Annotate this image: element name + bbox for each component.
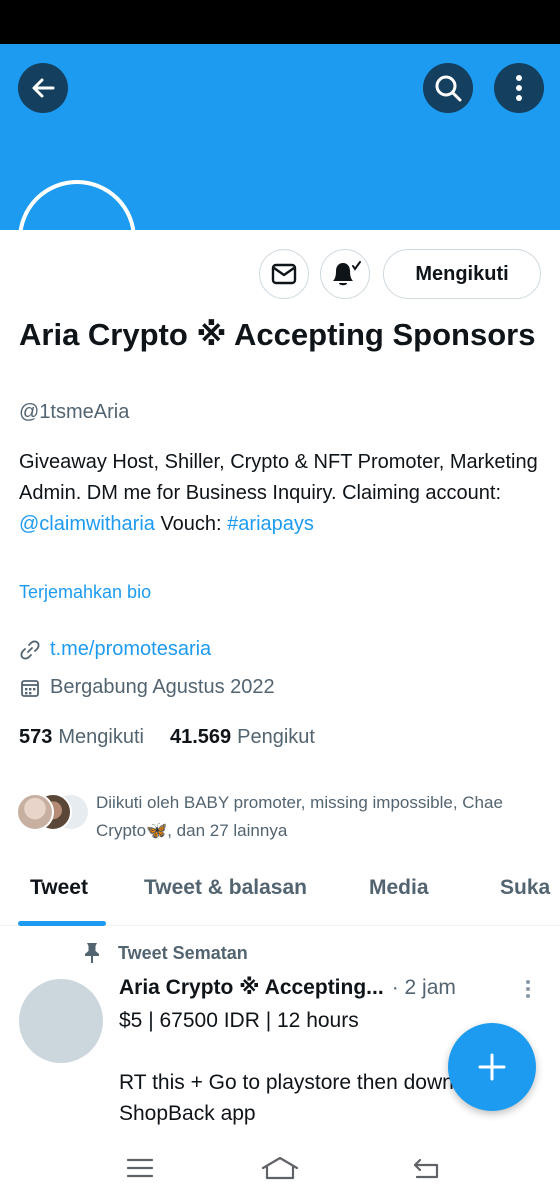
tweet-more-button[interactable] [520,978,536,1000]
following-count: 573 [19,726,53,748]
bio-text-vouch: Vouch: [154,513,228,535]
mail-icon [271,263,297,285]
following-stat[interactable]: 573 Mengikuti [19,726,144,749]
search-icon [435,75,462,102]
bio-text: Giveaway Host, Shiller, Crypto & NFT Pro… [19,451,538,504]
profile-tabs: Tweet Tweet & balasan Media Suka [0,862,560,926]
tweet-author[interactable]: Aria Crypto ※ Accepting... [119,975,384,1000]
tweet-avatar[interactable] [19,979,103,1063]
pinned-label: Tweet Sematan [82,942,248,964]
tab-media[interactable]: Media [369,876,429,900]
recent-apps-button[interactable] [120,1152,160,1184]
search-button[interactable] [423,63,473,113]
tab-tweet[interactable]: Tweet [30,876,88,900]
pinned-text: Tweet Sematan [118,942,248,963]
more-vertical-icon [526,980,530,998]
joined-row: Bergabung Agustus 2022 [19,676,275,699]
back-icon [413,1158,439,1179]
message-button[interactable] [259,249,309,299]
translate-bio-link[interactable]: Terjemahkan bio [19,582,151,603]
bio-mention-link[interactable]: @claimwitharia [19,513,155,535]
home-icon [261,1156,299,1180]
menu-icon [126,1158,154,1178]
website-row: t.me/promotesaria [19,638,211,661]
followers-stat[interactable]: 41.569 Pengikut [170,726,315,749]
link-icon [19,639,41,661]
tab-likes[interactable]: Suka [500,876,550,900]
tweet-time: · 2 jam [391,976,456,999]
followers-label: Pengikut [237,726,315,748]
compose-tweet-button[interactable] [448,1023,536,1111]
notification-button[interactable] [320,249,370,299]
plus-icon [478,1053,506,1081]
follow-stats: 573 Mengikuti 41.569 Pengikut [19,726,341,749]
bio-hashtag-link[interactable]: #ariapays [227,513,314,535]
joined-date: Bergabung Agustus 2022 [50,676,275,698]
profile-name: Aria Crypto ※ Accepting Sponsors [19,317,536,352]
following-label: Mengikuti [58,726,144,748]
tweet-header: Aria Crypto ※ Accepting... · 2 jam [119,975,499,1000]
website-link[interactable]: t.me/promotesaria [50,638,211,661]
home-button[interactable] [260,1152,300,1184]
followers-count: 41.569 [169,726,232,748]
profile-handle: @1tsmeAria [19,401,130,423]
active-tab-indicator [18,921,106,926]
followed-by-row[interactable]: Diikuti oleh BABY promoter, missing impo… [16,789,546,840]
more-options-button[interactable] [494,63,544,113]
back-nav-button[interactable] [406,1152,446,1184]
follower-avatar [16,793,54,831]
following-button[interactable]: Mengikuti [383,249,541,299]
back-button[interactable] [18,63,68,113]
more-vertical-icon [516,75,522,101]
tab-tweet-replies[interactable]: Tweet & balasan [144,876,307,900]
followed-by-text: Diikuti oleh BABY promoter, missing impo… [96,793,503,840]
system-nav-bar [0,1136,560,1200]
pin-icon [82,942,102,964]
bell-check-icon [333,261,361,286]
calendar-icon [19,677,41,699]
status-bar [0,0,560,44]
arrow-left-icon [32,78,55,98]
profile-bio: Giveaway Host, Shiller, Crypto & NFT Pro… [19,447,544,540]
